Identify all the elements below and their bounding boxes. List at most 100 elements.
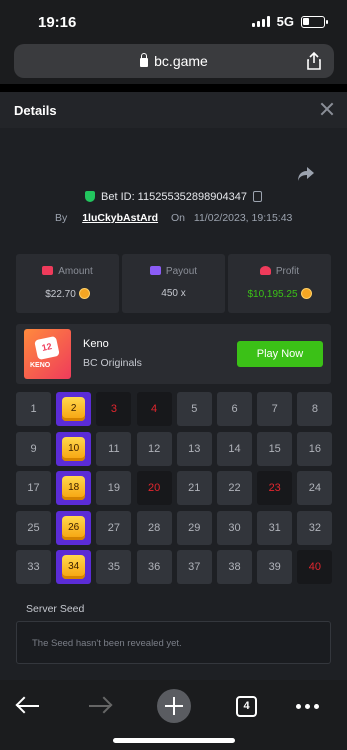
stat-label: Amount <box>58 266 93 277</box>
keno-thumbnail[interactable]: 12 KENO <box>24 329 71 379</box>
stat-value: $22.70 <box>45 289 76 300</box>
keno-cell: 15 <box>257 431 293 466</box>
lock-icon <box>140 53 149 67</box>
coin-icon <box>300 288 312 299</box>
status-indicators: 5G <box>251 14 328 29</box>
bet-byline: By 1luCkybAstArd On 11/02/2023, 19:15:43 <box>55 212 292 224</box>
username-link[interactable]: 1luCkybAstArd <box>82 212 158 224</box>
keno-cell: 25 <box>16 510 51 545</box>
by-label: By <box>55 212 68 224</box>
network-type: 5G <box>276 14 294 29</box>
keno-cell-hit: 34 <box>56 550 92 584</box>
address-bar[interactable]: bc.game <box>14 44 334 78</box>
keno-cell: 36 <box>136 550 172 584</box>
stat-amount: Amount $22.70 <box>16 254 119 313</box>
keno-cell-miss: 20 <box>136 471 172 505</box>
keno-cell: 14 <box>217 431 252 466</box>
forward-arrow-icon <box>89 705 111 707</box>
keno-gem-number: 2 <box>62 397 86 421</box>
close-icon[interactable] <box>319 101 335 117</box>
stat-payout: Payout 450 x <box>122 254 225 313</box>
keno-ball-graphic: 12 <box>34 335 60 361</box>
url-display[interactable]: bc.game <box>14 53 334 69</box>
server-seed-text: The Seed hasn't been revealed yet. <box>32 638 182 649</box>
keno-cell-miss: 40 <box>297 550 333 584</box>
keno-cell-miss: 4 <box>136 392 172 426</box>
keno-gem-number: 26 <box>62 515 86 540</box>
coin-icon <box>78 288 90 299</box>
keno-cell: 30 <box>217 510 252 545</box>
keno-cell: 16 <box>297 431 333 466</box>
keno-cell: 22 <box>217 471 252 505</box>
keno-cell-hit: 18 <box>56 471 92 505</box>
bet-id-row: Bet ID: 115255352898904347 <box>0 191 347 203</box>
sheet-title: Details <box>14 103 57 118</box>
keno-cell: 31 <box>257 510 293 545</box>
game-card: 12 KENO Keno BC Originals Play Now <box>16 324 331 384</box>
stat-value: $10,195.25 <box>247 289 298 300</box>
keno-gem-number: 18 <box>62 476 86 500</box>
keno-cell: 33 <box>16 550 51 584</box>
keno-cell: 8 <box>297 392 333 426</box>
details-sheet: Details Bet ID: 115255352898904347 By 1l… <box>0 92 347 680</box>
stat-label: Payout <box>165 266 198 277</box>
status-time: 19:16 <box>38 14 77 31</box>
keno-cell: 27 <box>96 510 132 545</box>
keno-cell: 5 <box>176 392 212 426</box>
keno-cell-hit: 26 <box>56 510 92 545</box>
keno-cell: 9 <box>16 431 51 466</box>
home-indicator <box>113 738 235 743</box>
back-arrow-icon <box>17 705 39 707</box>
keno-cell-miss: 3 <box>96 392 132 426</box>
keno-cell: 24 <box>297 471 333 505</box>
more-button[interactable] <box>292 688 328 724</box>
keno-cell: 6 <box>217 392 252 426</box>
forward-button[interactable] <box>82 688 118 724</box>
on-label: On <box>170 212 185 224</box>
keno-cell-hit: 2 <box>56 392 92 426</box>
keno-cell: 38 <box>217 550 252 584</box>
keno-cell: 39 <box>257 550 293 584</box>
keno-cell: 7 <box>257 392 293 426</box>
payout-icon <box>149 266 161 275</box>
tabs-button[interactable]: 4 <box>228 688 264 724</box>
tab-count: 4 <box>236 696 257 717</box>
keno-cell: 1 <box>16 392 51 426</box>
bet-date: 11/02/2023, 19:15:43 <box>193 212 293 224</box>
keno-cell: 12 <box>136 431 172 466</box>
more-dots-icon <box>296 704 319 709</box>
back-button[interactable] <box>10 688 46 724</box>
stat-value: 450 x <box>161 288 186 299</box>
verified-shield-icon <box>85 191 95 202</box>
game-provider: BC Originals <box>83 357 142 369</box>
plus-icon <box>157 689 191 723</box>
copy-icon[interactable] <box>252 191 262 202</box>
keno-thumb-label: KENO <box>30 362 51 369</box>
keno-cell-miss: 23 <box>257 471 293 505</box>
stat-label: Profit <box>275 266 300 277</box>
server-seed-box: The Seed hasn't been revealed yet. <box>16 621 331 664</box>
signal-icon <box>251 16 270 27</box>
browser-address-area: bc.game <box>0 44 347 84</box>
keno-thumb-number: 12 <box>40 341 53 353</box>
sheet-header: Details <box>0 92 347 128</box>
profit-icon <box>259 266 271 275</box>
keno-cell: 13 <box>176 431 212 466</box>
keno-cell-hit: 10 <box>56 431 92 466</box>
amount-icon <box>42 266 54 275</box>
keno-cell: 32 <box>297 510 333 545</box>
url-text: bc.game <box>154 53 208 69</box>
stat-profit: Profit $10,195.25 <box>228 254 331 313</box>
play-now-button[interactable]: Play Now <box>237 341 323 367</box>
keno-cell: 35 <box>96 550 132 584</box>
game-name: Keno <box>83 338 109 350</box>
keno-cell: 28 <box>136 510 172 545</box>
share-icon[interactable] <box>304 51 324 71</box>
new-tab-button[interactable] <box>156 688 192 724</box>
keno-cell: 19 <box>96 471 132 505</box>
bet-id: Bet ID: 115255352898904347 <box>101 191 247 203</box>
keno-cell: 29 <box>176 510 212 545</box>
status-bar: 19:16 5G <box>0 0 347 44</box>
battery-icon <box>301 15 328 28</box>
share-bet-icon[interactable] <box>297 166 315 182</box>
